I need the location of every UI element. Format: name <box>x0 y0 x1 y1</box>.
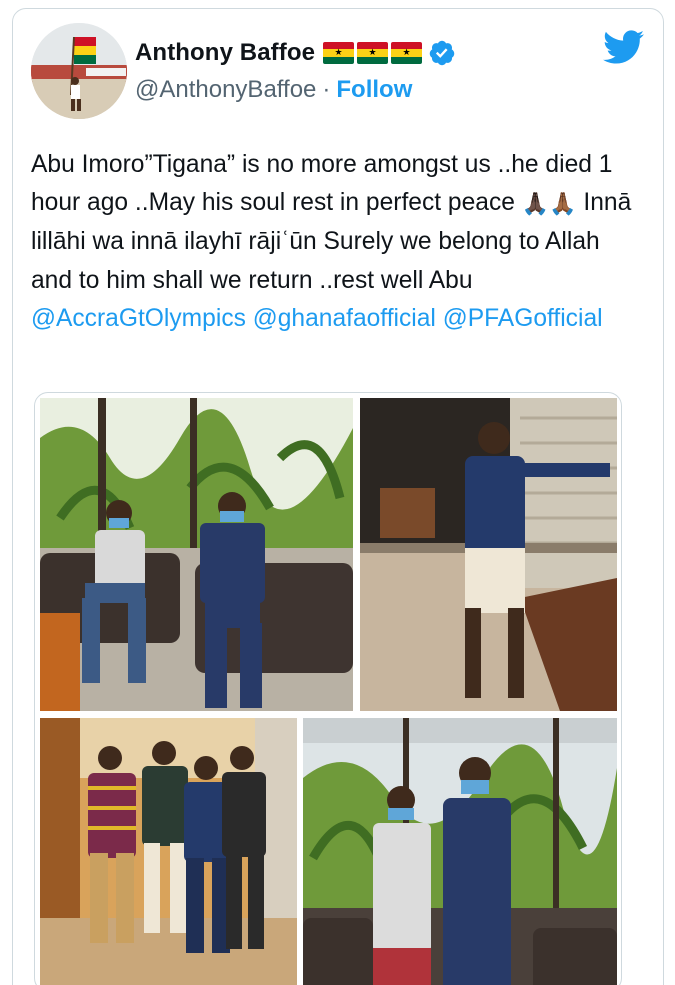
separator-dot: · <box>322 76 331 103</box>
praying-hands-emoji-icon: 🙏🏿🙏🏾 <box>521 191 577 217</box>
author-avatar[interactable] <box>31 23 127 119</box>
tweet-text: Abu Imoro”Tigana” is no more amongst us … <box>31 146 641 338</box>
verified-badge-icon <box>429 40 455 66</box>
follow-button[interactable]: Follow <box>336 76 412 104</box>
photo-man-standing[interactable] <box>360 398 617 711</box>
flags-group: ★ ★ ★ <box>323 42 423 64</box>
twitter-bird-icon[interactable] <box>601 30 645 66</box>
tweet-text-segment <box>246 305 253 332</box>
ghana-flag-icon: ★ <box>357 42 389 64</box>
photo-two-men-seated[interactable] <box>40 398 353 711</box>
author-handle[interactable]: @AnthonyBaffoe <box>135 76 316 104</box>
mention-link[interactable]: @AccraGtOlympics <box>31 305 246 332</box>
photo-two-men-standing[interactable] <box>303 718 617 985</box>
photo-group-of-four-image <box>40 718 297 985</box>
author-display-name[interactable]: Anthony Baffoe <box>135 39 315 67</box>
avatar-image <box>31 23 127 119</box>
photo-two-men-standing-image <box>303 718 617 985</box>
photo-man-standing-image <box>360 398 617 711</box>
photo-group-of-four[interactable] <box>40 718 297 985</box>
author-handle-row: @AnthonyBaffoe · Follow <box>135 74 412 106</box>
ghana-flag-icon: ★ <box>391 42 423 64</box>
mention-link[interactable]: @PFAGofficial <box>443 305 603 332</box>
author-name-row: Anthony Baffoe ★ ★ ★ <box>135 38 456 68</box>
ghana-flag-icon: ★ <box>323 42 355 64</box>
photo-two-men-seated-image <box>40 398 353 711</box>
mention-link[interactable]: @ghanafaofficial <box>253 305 436 332</box>
tweet-media-grid[interactable] <box>34 392 622 985</box>
tweet-text-segment <box>436 305 443 332</box>
